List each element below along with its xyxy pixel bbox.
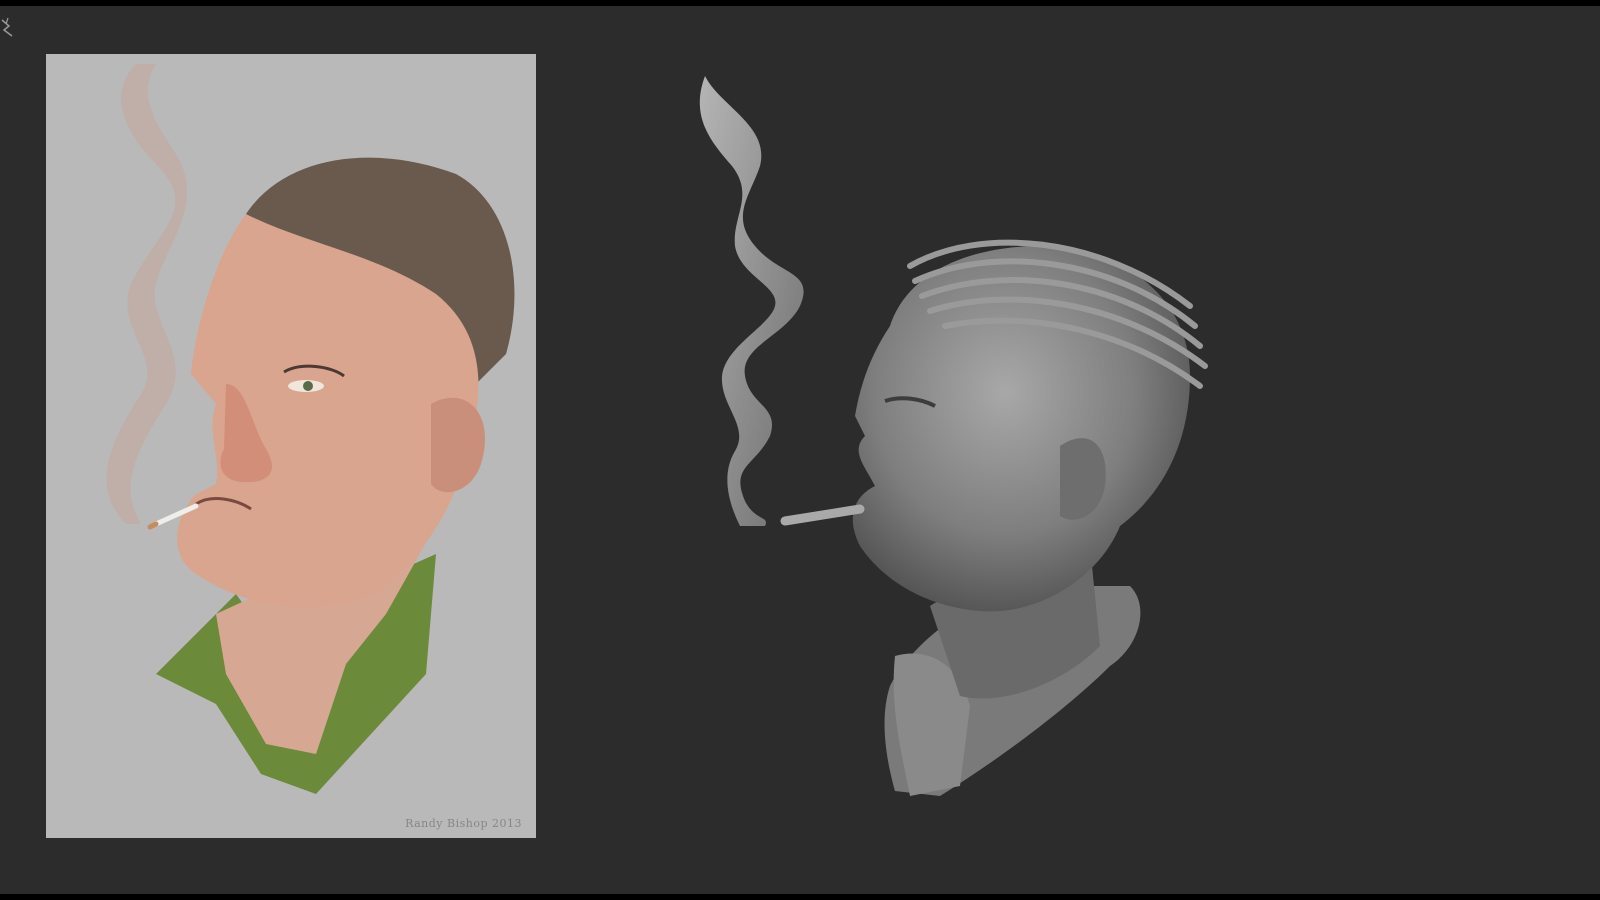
canvas-viewport[interactable]: Randy Bishop 2013 — [0, 6, 1600, 894]
reference-image-panel: Randy Bishop 2013 — [46, 54, 536, 838]
app-logo-icon — [0, 14, 16, 42]
artist-signature: Randy Bishop 2013 — [405, 817, 522, 830]
sculpt-model[interactable] — [660, 46, 1280, 830]
caricature-drawing — [106, 64, 515, 794]
sculpt-bust[interactable] — [660, 46, 1280, 826]
